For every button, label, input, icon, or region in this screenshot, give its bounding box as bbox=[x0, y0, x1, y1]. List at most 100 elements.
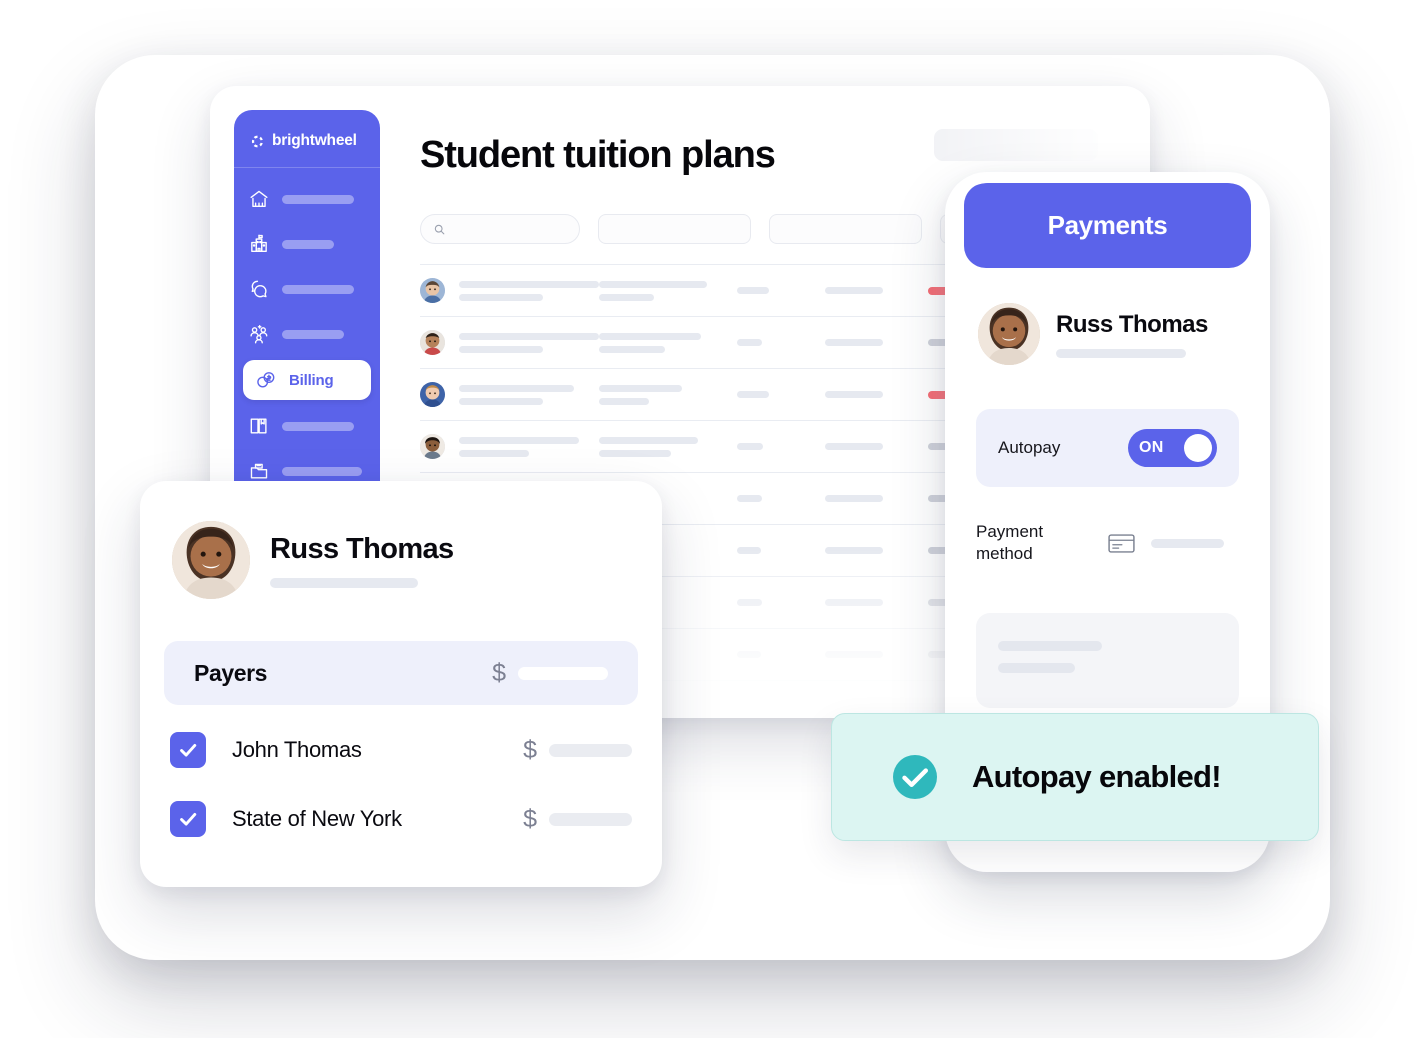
row-date bbox=[825, 547, 928, 554]
row-amount bbox=[737, 599, 825, 606]
sidebar-item-learning[interactable] bbox=[234, 407, 380, 445]
row-date bbox=[825, 287, 928, 294]
avatar bbox=[420, 434, 445, 459]
row-name bbox=[459, 436, 599, 457]
payer-amount bbox=[549, 743, 632, 757]
chat-bubbles-icon bbox=[251, 280, 267, 298]
profile-subtitle bbox=[270, 577, 418, 588]
profile-name: Russ Thomas bbox=[1056, 310, 1208, 338]
filter-dropdown-1[interactable] bbox=[598, 214, 751, 244]
sidebar-item-label bbox=[282, 284, 354, 294]
brand-name: brightwheel bbox=[272, 132, 357, 149]
row-plan bbox=[599, 384, 737, 405]
sidebar-item-school[interactable] bbox=[234, 225, 380, 263]
check-icon bbox=[180, 812, 197, 826]
row-amount bbox=[737, 391, 825, 398]
toggle-knob bbox=[1184, 434, 1212, 462]
phone-header-title: Payments bbox=[1047, 210, 1168, 240]
page-title: Student tuition plans bbox=[420, 134, 776, 176]
avatar bbox=[978, 303, 1040, 365]
detail-line-1 bbox=[998, 641, 1102, 651]
payment-method-label: Payment method bbox=[976, 522, 1044, 563]
child-avatar-russ bbox=[978, 303, 1040, 365]
phone-header: Payments bbox=[964, 183, 1251, 268]
row-date bbox=[825, 495, 928, 502]
payer-amount bbox=[549, 812, 632, 826]
book-icon bbox=[250, 418, 267, 434]
folder-icon bbox=[250, 463, 268, 479]
row-date bbox=[825, 339, 928, 346]
profile-subtitle bbox=[1056, 348, 1186, 358]
autopay-label: Autopay bbox=[998, 438, 1061, 457]
avatar bbox=[172, 521, 250, 599]
school-building-icon bbox=[251, 234, 267, 253]
sidebar-item-label bbox=[282, 329, 344, 339]
autopay-toggle[interactable]: ON bbox=[1128, 429, 1217, 467]
filter-dropdown-2[interactable] bbox=[769, 214, 922, 244]
row-date bbox=[825, 651, 928, 658]
payer-checkbox[interactable] bbox=[170, 801, 206, 837]
payer-checkbox[interactable] bbox=[170, 732, 206, 768]
row-amount bbox=[737, 547, 825, 554]
people-add-icon bbox=[250, 324, 268, 344]
sidebar-item-label bbox=[282, 194, 354, 204]
row-date bbox=[825, 599, 928, 606]
autopay-row: Autopay ON bbox=[976, 409, 1239, 487]
toggle-state-label: ON bbox=[1139, 439, 1164, 456]
phone-profile: Russ Thomas bbox=[978, 303, 1208, 365]
row-amount bbox=[737, 651, 825, 658]
composite-illustration: brightwheel Billing Student tuition plan… bbox=[0, 0, 1425, 1038]
payer-name: State of New York bbox=[232, 806, 402, 831]
payers-profile: Russ Thomas bbox=[172, 521, 454, 599]
sidebar-item-messages[interactable] bbox=[234, 270, 380, 308]
payer-list-item[interactable]: State of New York $ bbox=[164, 796, 638, 842]
detail-line-2 bbox=[998, 663, 1075, 673]
top-action-button[interactable] bbox=[934, 129, 1098, 161]
child-avatar-1 bbox=[420, 278, 445, 303]
brightwheel-pinwheel-icon bbox=[251, 135, 263, 147]
check-circle-icon bbox=[893, 755, 937, 799]
toast-message: Autopay enabled! bbox=[972, 759, 1222, 794]
sidebar-item-people[interactable] bbox=[234, 315, 380, 353]
currency-symbol: $ bbox=[492, 658, 506, 687]
child-avatar-2 bbox=[420, 330, 445, 355]
currency-symbol: $ bbox=[523, 804, 537, 833]
home-icon bbox=[250, 190, 268, 208]
row-date bbox=[825, 443, 928, 450]
avatar bbox=[420, 278, 445, 303]
row-name bbox=[459, 280, 599, 301]
profile-name: Russ Thomas bbox=[270, 532, 454, 565]
credit-card-icon bbox=[1108, 533, 1135, 553]
payers-card: Russ Thomas Payers $ John Thomas $ State… bbox=[140, 481, 662, 887]
check-icon bbox=[180, 743, 197, 757]
payer-name: John Thomas bbox=[232, 737, 362, 762]
payers-total-amount bbox=[518, 666, 608, 680]
sidebar-item-home[interactable] bbox=[234, 180, 380, 218]
avatar bbox=[420, 330, 445, 355]
sidebar-item-label bbox=[282, 239, 334, 249]
toast-notification: Autopay enabled! bbox=[831, 713, 1319, 841]
row-date bbox=[825, 391, 928, 398]
sidebar-item-billing[interactable]: Billing bbox=[243, 360, 371, 400]
row-amount bbox=[737, 443, 825, 450]
currency-symbol: $ bbox=[523, 735, 537, 764]
child-avatar-russ bbox=[172, 521, 250, 599]
payer-list-item[interactable]: John Thomas $ bbox=[164, 727, 638, 773]
child-avatar-4 bbox=[420, 434, 445, 459]
row-plan bbox=[599, 280, 737, 301]
row-amount bbox=[737, 287, 825, 294]
sidebar-divider bbox=[234, 167, 380, 168]
payers-header: Payers $ bbox=[164, 641, 638, 705]
avatar bbox=[420, 382, 445, 407]
row-plan bbox=[599, 436, 737, 457]
payment-method-row[interactable]: Payment method bbox=[976, 513, 1239, 573]
coins-dollar-icon bbox=[257, 372, 275, 388]
sidebar-item-label: Billing bbox=[289, 371, 334, 389]
search-input[interactable] bbox=[420, 214, 580, 244]
brand-logo: brightwheel bbox=[234, 110, 380, 154]
child-avatar-3 bbox=[420, 382, 445, 407]
row-amount bbox=[737, 339, 825, 346]
row-plan bbox=[599, 332, 737, 353]
payment-detail-card bbox=[976, 613, 1239, 708]
row-name bbox=[459, 332, 599, 353]
